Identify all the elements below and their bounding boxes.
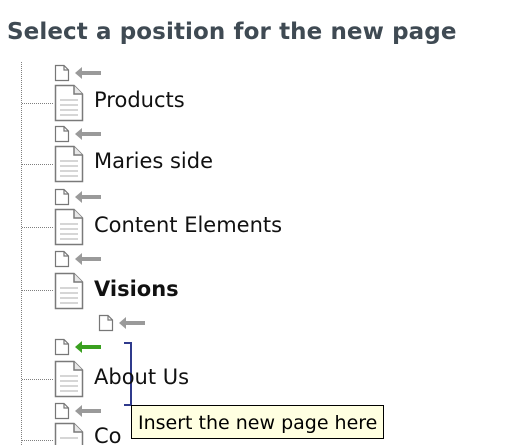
- page-title: Select a position for the new page: [7, 19, 457, 45]
- tree-item-products: Products: [94, 88, 185, 112]
- tree-connector: [22, 103, 53, 104]
- tree-connector: [22, 164, 53, 165]
- insert-tooltip: Insert the new page here: [131, 405, 385, 439]
- tree-connector: [22, 290, 53, 291]
- left-arrow-icon: [75, 191, 101, 203]
- insert-position-before-maries-side[interactable]: [54, 125, 102, 143]
- tree-item-co: Co: [94, 424, 122, 445]
- page-icon: [54, 360, 84, 398]
- tree-item-content-elements: Content Elements: [94, 213, 283, 237]
- page-tree-position-selector: Select a position for the new page Produ…: [0, 0, 518, 445]
- tree-item-about-us: About Us: [94, 365, 190, 389]
- insert-position-before-visions[interactable]: [54, 250, 102, 268]
- page-icon: [54, 145, 84, 183]
- page-small-icon: [54, 64, 70, 82]
- tree-connector: [22, 227, 53, 228]
- page-icon: [54, 208, 84, 246]
- tree-connector: [22, 440, 53, 441]
- insert-position-before-co[interactable]: [54, 402, 102, 420]
- insert-position-before-content-elements[interactable]: [54, 188, 102, 206]
- tree-vertical-line: [21, 62, 22, 445]
- page-small-icon: [54, 338, 70, 356]
- tree-connector: [22, 379, 53, 380]
- page-small-icon: [54, 188, 70, 206]
- left-arrow-icon: [75, 405, 101, 417]
- page-small-icon: [98, 314, 114, 332]
- tree-item-visions: Visions: [94, 277, 179, 301]
- insert-position-inside-visions[interactable]: [98, 314, 146, 332]
- insert-position-after-visions-active[interactable]: [54, 338, 102, 356]
- tree-item-maries-side: Maries side: [94, 149, 214, 173]
- left-arrow-icon: [119, 317, 145, 329]
- page-small-icon: [54, 402, 70, 420]
- page-icon: [54, 422, 84, 445]
- page-icon: [54, 272, 84, 310]
- insert-position-before-products[interactable]: [54, 64, 102, 82]
- left-arrow-icon: [75, 128, 101, 140]
- page-small-icon: [54, 250, 70, 268]
- left-arrow-green-icon: [75, 341, 101, 353]
- left-arrow-icon: [75, 67, 101, 79]
- left-arrow-icon: [75, 253, 101, 265]
- page-small-icon: [54, 125, 70, 143]
- page-icon: [54, 84, 84, 122]
